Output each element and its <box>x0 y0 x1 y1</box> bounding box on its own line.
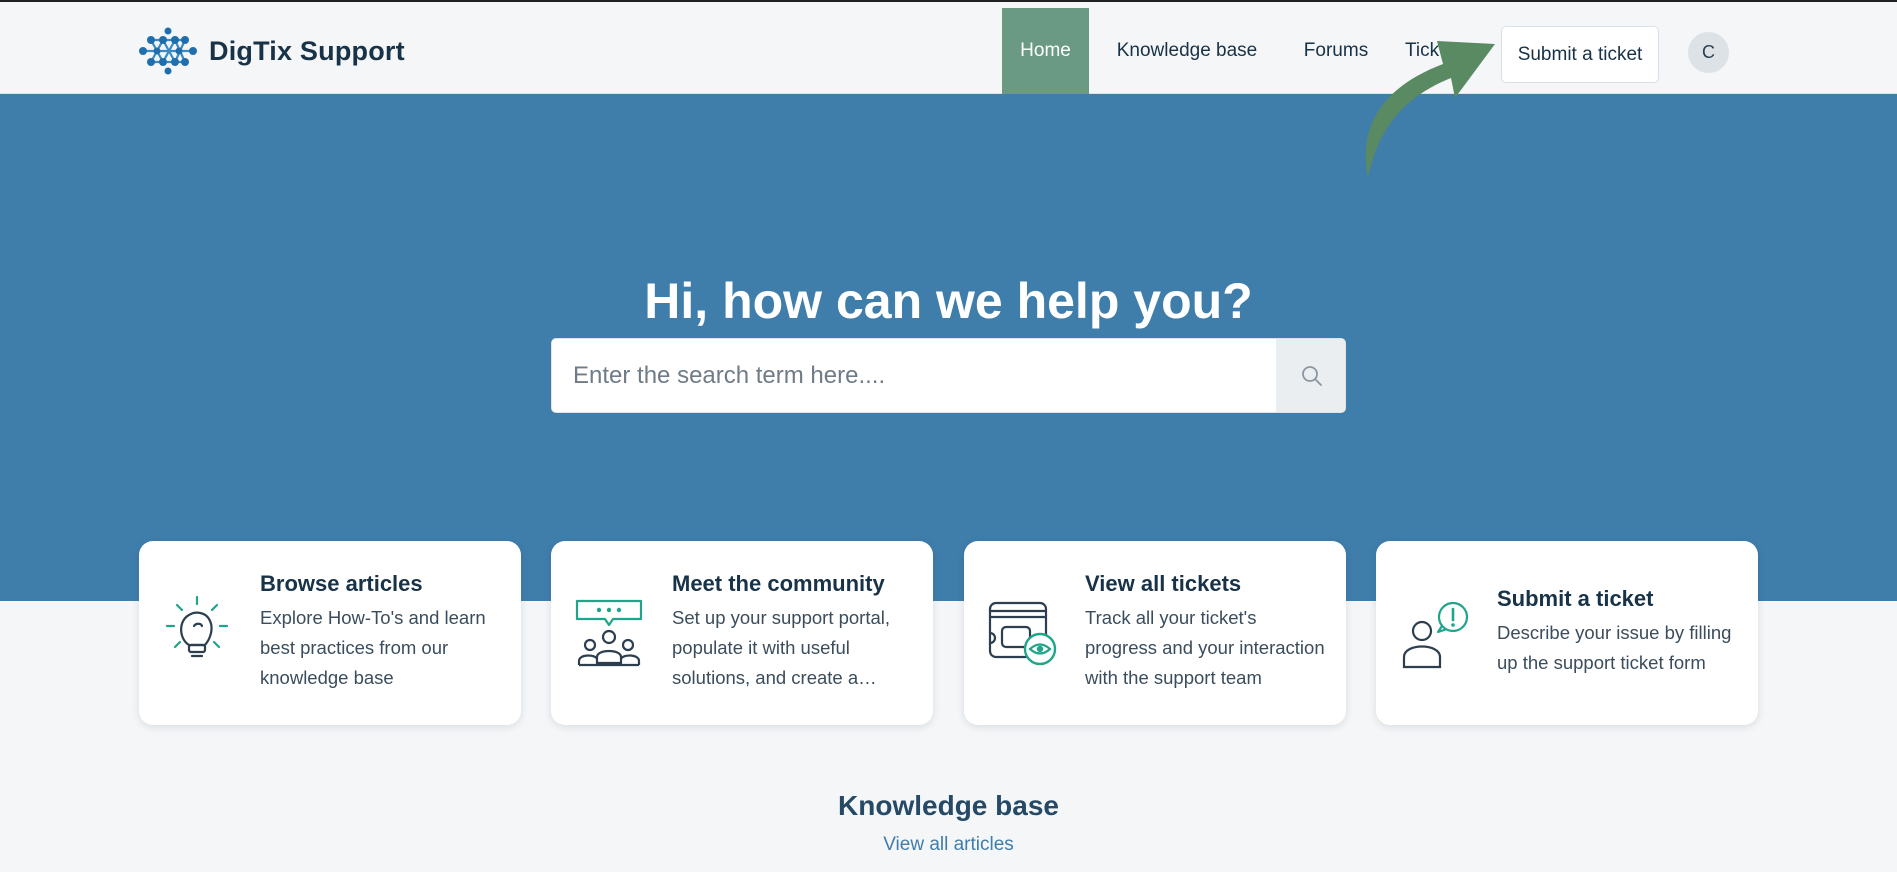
nav-knowledge-base[interactable]: Knowledge base <box>1112 8 1262 94</box>
card-text: Meet the community Set up your support p… <box>672 571 917 693</box>
search-icon <box>1301 365 1322 386</box>
digtix-logo-icon <box>139 27 197 75</box>
card-title: View all tickets <box>1085 571 1242 596</box>
card-text: Submit a ticket Describe your issue by f… <box>1497 586 1742 678</box>
card-description: Track all your ticket's progress and you… <box>1085 607 1325 688</box>
hero-title: Hi, how can we help you? <box>644 273 1253 329</box>
card-browse-articles[interactable]: Browse articles Explore How-To's and lea… <box>139 541 521 725</box>
top-header: DigTix Support Home Knowledge base Forum… <box>0 2 1897 94</box>
card-title: Browse articles <box>260 571 423 596</box>
lightbulb-icon <box>165 595 229 658</box>
knowledge-base-heading: Knowledge base <box>838 790 1059 821</box>
search-input[interactable] <box>552 339 1275 412</box>
card-description: Set up your support portal, populate it … <box>672 607 891 688</box>
card-meet-community[interactable]: Meet the community Set up your support p… <box>551 541 933 725</box>
user-avatar[interactable]: C <box>1688 32 1729 73</box>
submit-ticket-button[interactable]: Submit a ticket <box>1501 26 1659 83</box>
search-box <box>551 338 1346 413</box>
card-description: Describe your issue by filling up the su… <box>1497 622 1732 673</box>
card-view-tickets[interactable]: View all tickets Track all your ticket's… <box>964 541 1346 725</box>
card-text: Browse articles Explore How-To's and lea… <box>260 571 505 693</box>
card-submit-ticket[interactable]: Submit a ticket Describe your issue by f… <box>1376 541 1758 725</box>
brand[interactable]: DigTix Support <box>137 26 405 76</box>
search-button[interactable] <box>1276 339 1345 412</box>
community-icon <box>575 599 643 667</box>
card-text: View all tickets Track all your ticket's… <box>1085 571 1330 693</box>
annotation-arrow-icon <box>1365 41 1495 178</box>
nav-home[interactable]: Home <box>1002 8 1089 94</box>
view-all-articles-link[interactable]: View all articles <box>0 834 1897 856</box>
submit-ticket-icon <box>1402 601 1469 669</box>
brand-name: DigTix Support <box>209 35 405 66</box>
card-title: Submit a ticket <box>1497 586 1654 611</box>
card-title: Meet the community <box>672 571 885 596</box>
card-description: Explore How-To's and learn best practice… <box>260 607 486 688</box>
tickets-view-icon <box>988 601 1057 666</box>
